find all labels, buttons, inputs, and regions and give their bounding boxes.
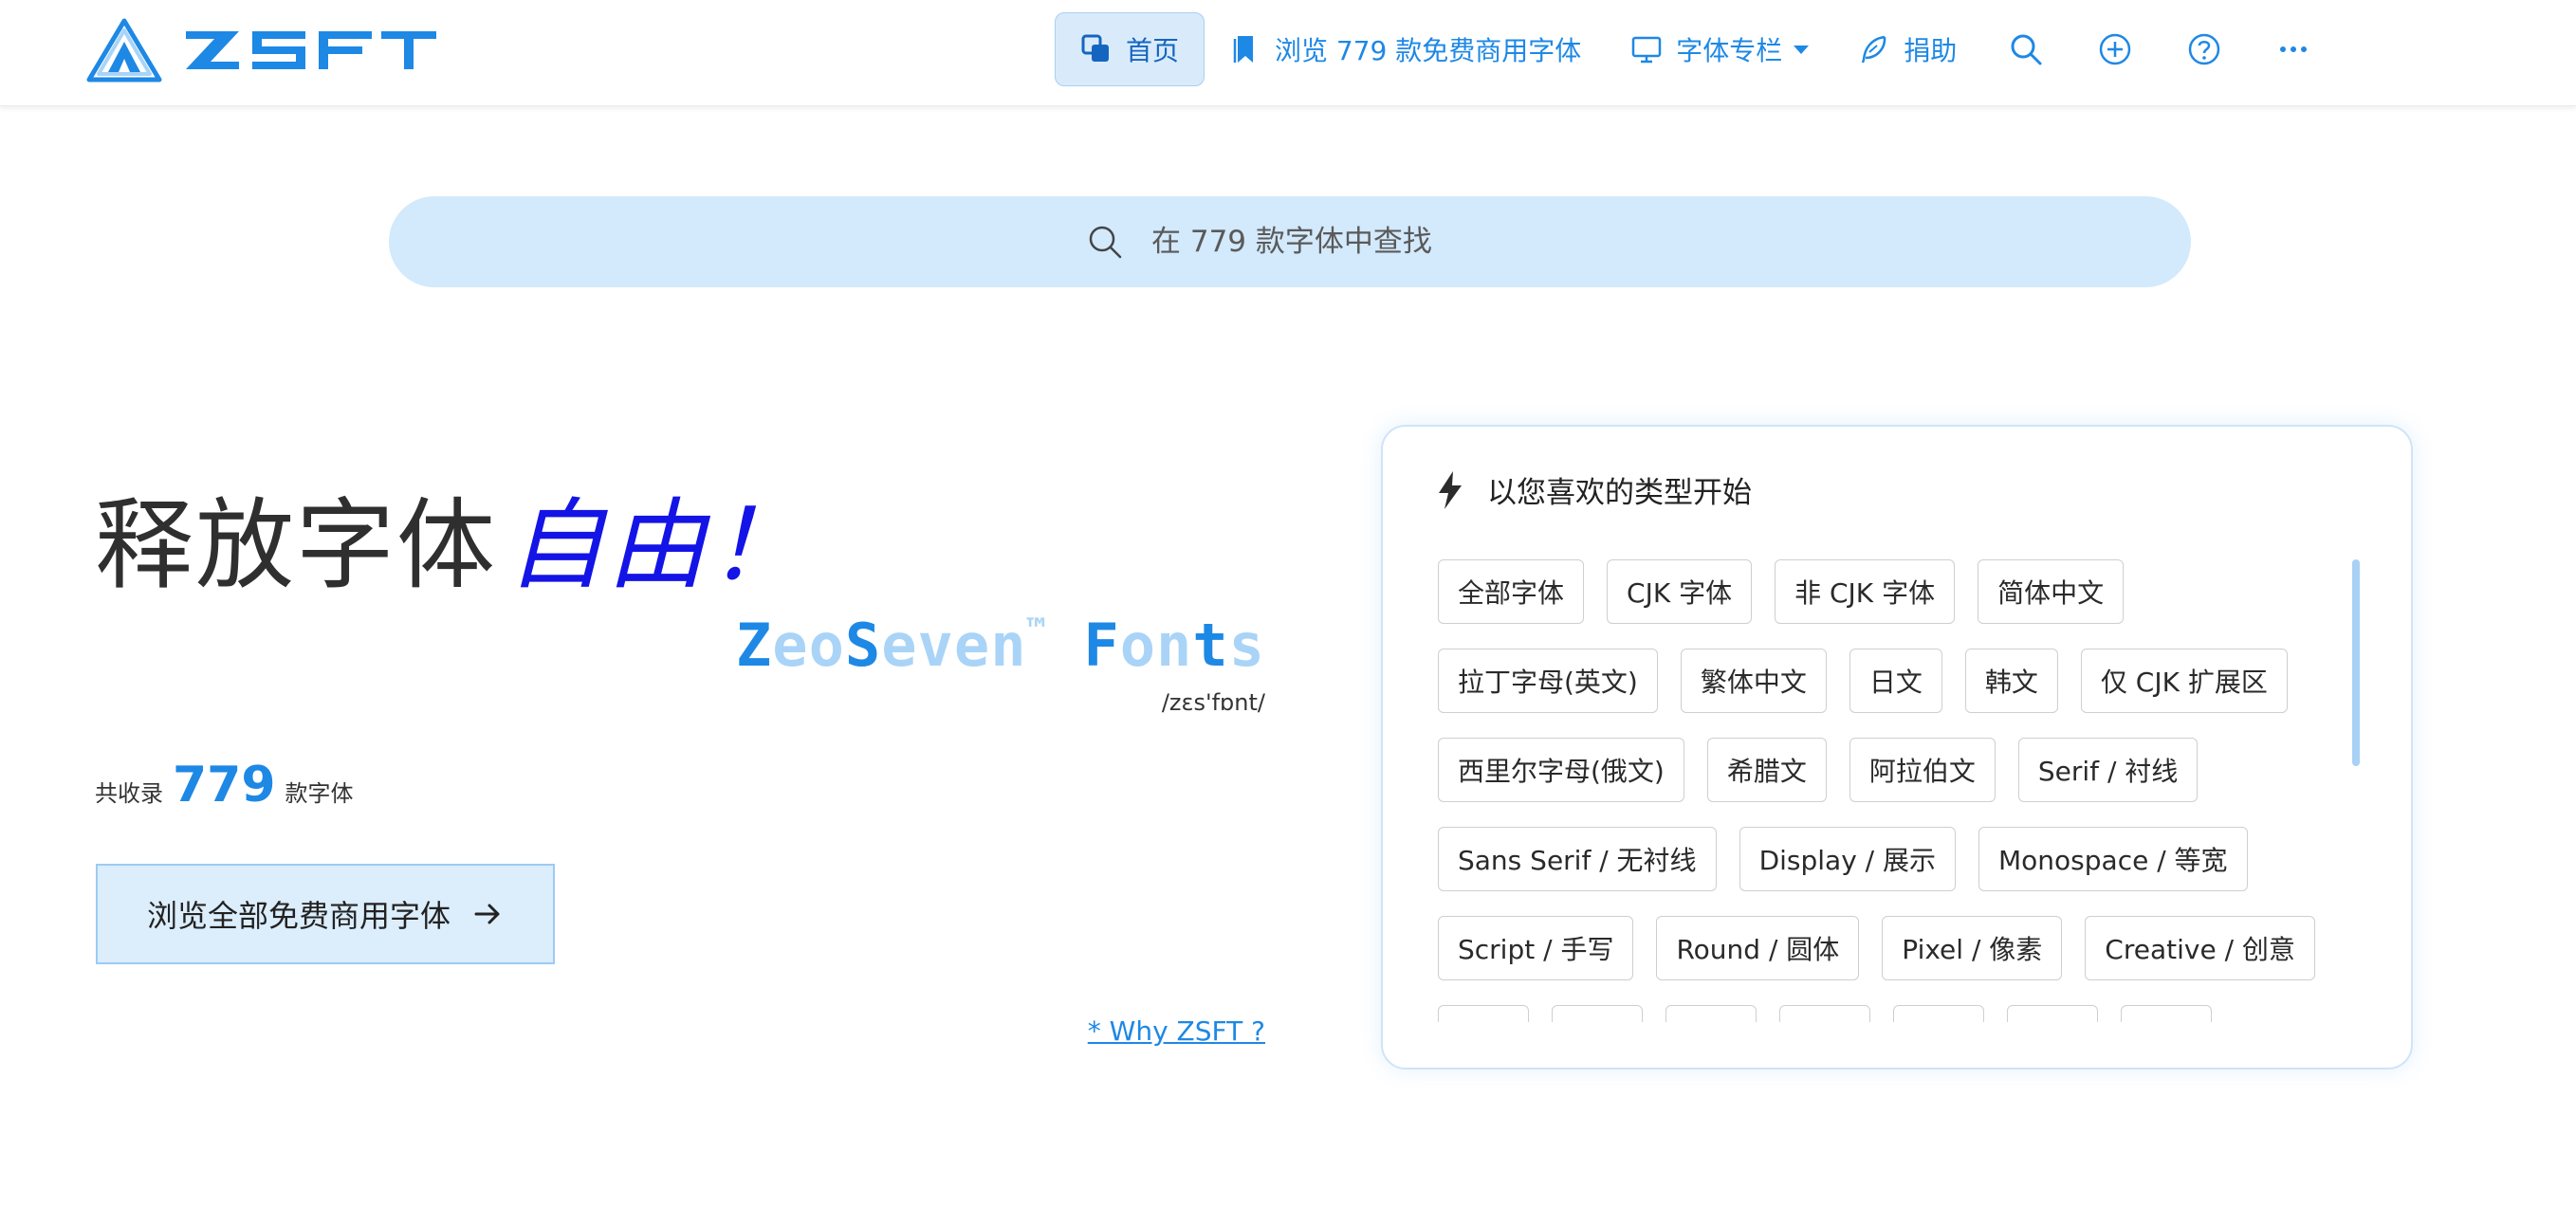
search-icon	[1089, 226, 1122, 259]
tag-sans-serif[interactable]: Sans Serif / 无衬线	[1438, 827, 1717, 891]
tag-arabic[interactable]: 阿拉伯文	[1849, 738, 1996, 802]
browse-all-fonts-button[interactable]: 浏览全部免费商用字体	[96, 864, 555, 964]
tag-partial[interactable]	[2121, 1005, 2212, 1022]
tag-script[interactable]: Script / 手写	[1438, 916, 1634, 980]
nav-more-button[interactable]	[2249, 12, 2338, 86]
tag-row: 西里尔字母(俄文) 希腊文 阿拉伯文 Serif / 衬线	[1438, 738, 2348, 802]
panel-heading-label: 以您喜欢的类型开始	[1487, 476, 1752, 510]
brand-letter: eo	[772, 611, 845, 680]
search-icon	[2011, 34, 2042, 65]
hero-title-accent: 自由！	[506, 487, 809, 603]
nav-home-label: 首页	[1126, 35, 1180, 66]
zsft-logo[interactable]	[85, 17, 440, 83]
lightning-bolt-icon	[1439, 470, 1462, 509]
count-prefix: 共收录	[95, 780, 163, 807]
question-circle-icon	[2189, 33, 2220, 65]
arrow-right-icon	[474, 904, 500, 924]
tag-cyrillic[interactable]: 西里尔字母(俄文)	[1438, 738, 1684, 802]
nav-font-columns[interactable]: 字体专栏	[1606, 12, 1833, 86]
font-search-bar[interactable]	[389, 196, 2191, 287]
why-zsft-link[interactable]: * Why ZSFT ?	[1088, 1015, 1265, 1047]
tag-traditional-chinese[interactable]: 繁体中文	[1680, 649, 1827, 713]
bookmark-icon	[1233, 36, 1254, 63]
panel-heading: 以您喜欢的类型开始	[1434, 468, 1752, 511]
brand-letter: S	[844, 611, 882, 680]
font-count: 共收录 779 款字体	[95, 757, 354, 814]
tag-pixel[interactable]: Pixel / 像素	[1882, 916, 2063, 980]
nav-donate[interactable]: 捐助	[1833, 12, 1981, 86]
tag-non-cjk[interactable]: 非 CJK 字体	[1775, 559, 1956, 624]
tag-all-fonts[interactable]: 全部字体	[1438, 559, 1585, 624]
tag-latin[interactable]: 拉丁字母(英文)	[1438, 649, 1658, 713]
brand-wordmark: ZeoSeven™ Fonts	[736, 611, 1265, 680]
font-type-tag-list[interactable]: 全部字体 CJK 字体 非 CJK 字体 简体中文 拉丁字母(英文) 繁体中文 …	[1438, 559, 2348, 1022]
nav-browse-fonts[interactable]: 浏览 779 款免费商用字体	[1205, 12, 1606, 86]
more-dots-icon	[2280, 46, 2308, 52]
tag-creative[interactable]: Creative / 创意	[2085, 916, 2315, 980]
tag-row: Sans Serif / 无衬线 Display / 展示 Monospace …	[1438, 827, 2348, 891]
tag-partial[interactable]	[1438, 1005, 1529, 1022]
tag-monospace[interactable]: Monospace / 等宽	[1978, 827, 2248, 891]
nav-help-button[interactable]	[2160, 12, 2249, 86]
nav-search-button[interactable]	[1981, 12, 2070, 86]
hero-title-main: 释放字体	[95, 487, 498, 603]
brand-phonetic: /zɛs'fɒnt/	[1161, 689, 1265, 716]
hero-title: 释放字体自由！	[95, 465, 808, 608]
feather-icon	[1862, 35, 1886, 64]
tag-cjk[interactable]: CJK 字体	[1607, 559, 1753, 624]
tag-row: 拉丁字母(英文) 繁体中文 日文 韩文 仅 CJK 扩展区	[1438, 649, 2348, 713]
plus-circle-icon	[2100, 33, 2131, 65]
tag-row-partial	[1438, 1005, 2348, 1022]
zsft-logo-mark-icon	[86, 18, 162, 82]
brand-letter: on	[1119, 611, 1193, 680]
chevron-down-icon	[1794, 45, 1810, 54]
tag-greek[interactable]: 希腊文	[1706, 738, 1827, 802]
count-value: 779	[173, 757, 276, 814]
zsft-logo-wordmark-icon	[186, 31, 436, 69]
home-squares-icon	[1081, 34, 1109, 62]
tag-partial[interactable]	[1779, 1005, 1870, 1022]
nav-home[interactable]: 首页	[1055, 12, 1205, 86]
brand-letter: s	[1228, 611, 1265, 680]
tag-partial[interactable]	[1665, 1005, 1757, 1022]
tag-korean[interactable]: 韩文	[1964, 649, 2058, 713]
tag-partial[interactable]	[1552, 1005, 1643, 1022]
count-suffix: 款字体	[285, 780, 354, 807]
tag-display[interactable]: Display / 展示	[1739, 827, 1957, 891]
brand-letter: Z	[735, 611, 773, 680]
nav-add-button[interactable]	[2070, 12, 2160, 86]
top-header: 首页 浏览 779 款免费商用字体 字体专栏 捐助	[0, 0, 2576, 106]
nav-browse-label: 浏览 779 款免费商用字体	[1275, 35, 1582, 66]
font-type-panel: 以您喜欢的类型开始 全部字体 CJK 字体 非 CJK 字体 简体中文 拉丁字母…	[1381, 425, 2413, 1070]
tag-partial[interactable]	[1893, 1005, 1984, 1022]
tag-row: Script / 手写 Round / 圆体 Pixel / 像素 Creati…	[1438, 916, 2348, 980]
browse-all-fonts-label: 浏览全部免费商用字体	[146, 898, 451, 934]
tag-list-scrollbar[interactable]	[2352, 559, 2360, 766]
tag-serif[interactable]: Serif / 衬线	[2017, 738, 2199, 802]
tag-row: 全部字体 CJK 字体 非 CJK 字体 简体中文	[1438, 559, 2348, 624]
tag-japanese[interactable]: 日文	[1849, 649, 1942, 713]
nav-donate-label: 捐助	[1904, 35, 1958, 66]
trademark-symbol: ™	[1026, 612, 1048, 649]
tag-simplified-chinese[interactable]: 简体中文	[1978, 559, 2125, 624]
nav-columns-label: 字体专栏	[1676, 35, 1783, 66]
tag-cjk-extension-only[interactable]: 仅 CJK 扩展区	[2080, 649, 2288, 713]
tag-partial[interactable]	[2007, 1005, 2098, 1022]
main-nav: 首页 浏览 779 款免费商用字体 字体专栏 捐助	[1055, 12, 2338, 86]
monitor-icon	[1632, 36, 1662, 64]
brand-letter: F	[1083, 611, 1120, 680]
brand-letter: even	[881, 611, 1027, 680]
brand-letter: t	[1192, 611, 1229, 680]
tag-round[interactable]: Round / 圆体	[1656, 916, 1860, 980]
font-search-input[interactable]	[1151, 225, 1493, 259]
